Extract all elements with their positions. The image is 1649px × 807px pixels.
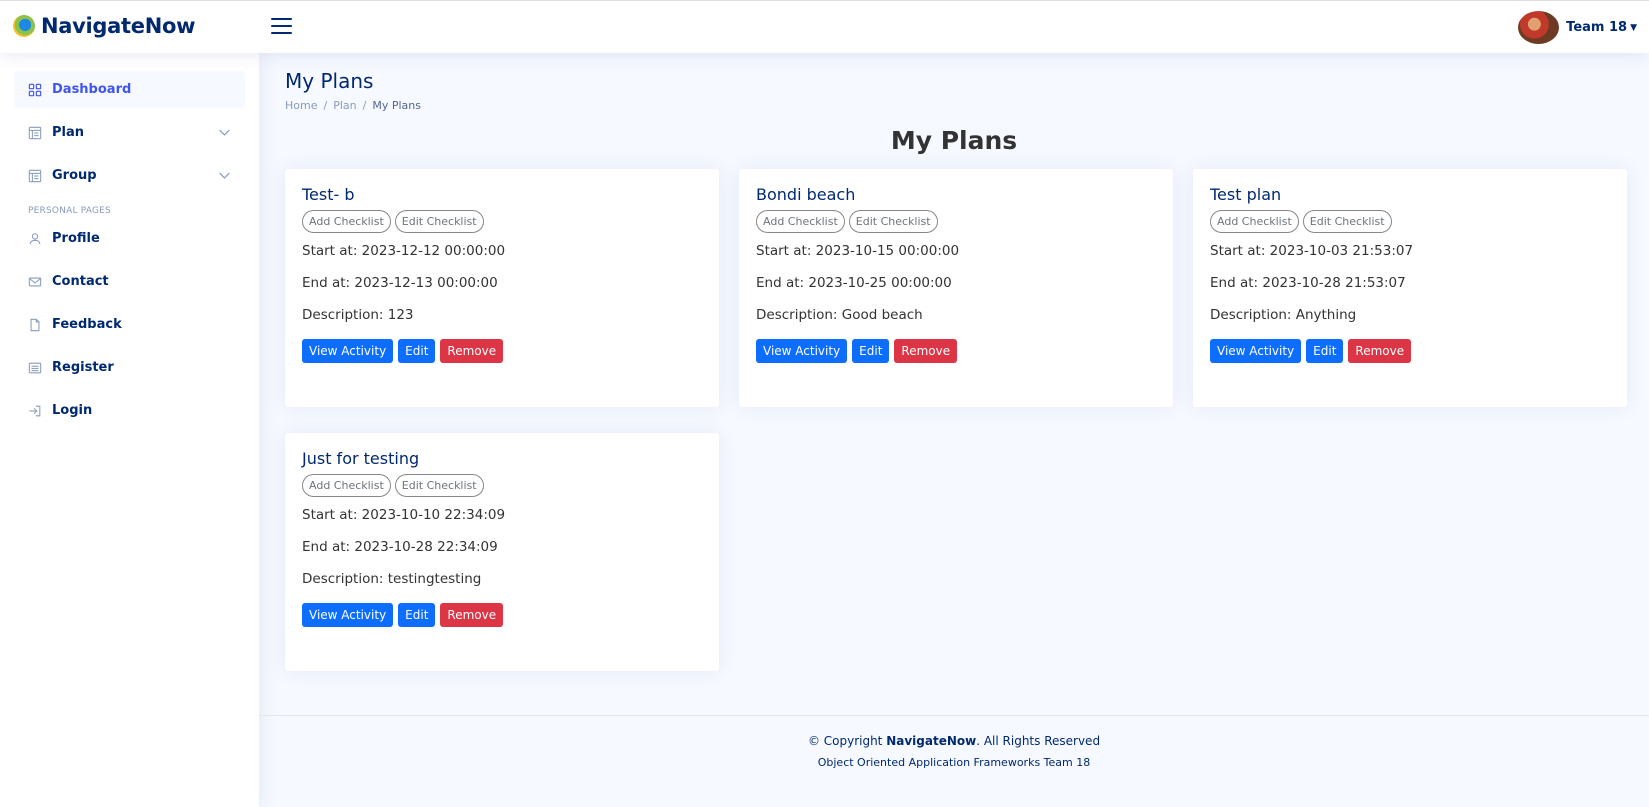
breadcrumb: Home / Plan / My Plans [285,99,421,112]
plan-end: End at: 2023-10-25 00:00:00 [756,275,952,291]
chevron-down-icon [218,126,231,143]
profile-menu[interactable]: Team 18 ▼ [1518,11,1637,44]
sidebar-toggle-icon[interactable] [271,18,292,36]
edit-button[interactable]: Edit [1306,339,1344,363]
edit-checklist-button[interactable]: Edit Checklist [848,210,938,233]
plan-end: End at: 2023-10-28 22:34:09 [302,539,498,555]
breadcrumb-current: My Plans [372,99,421,112]
sidebar-item-label: Profile [52,231,100,246]
credits: Object Oriented Application Frameworks T… [817,756,1091,769]
plan-start: Start at: 2023-10-10 22:34:09 [302,507,506,523]
remove-button[interactable]: Remove [440,603,504,627]
page-title: My Plans [285,69,374,93]
sidebar-item-label: Dashboard [52,82,132,97]
copyright-suffix: . All Rights Reserved [976,734,1101,748]
sidebar-item-label: Login [52,403,93,418]
plan-description: Description: Anything [1210,307,1357,323]
plan-title: Test- b [302,185,355,204]
view-activity-button[interactable]: View Activity [302,339,394,363]
sidebar-item-login[interactable]: Login [14,392,245,429]
nav-heading: PERSONAL PAGES [28,206,111,216]
add-checklist-button[interactable]: Add Checklist [302,210,391,233]
remove-button[interactable]: Remove [894,339,958,363]
footer: © Copyright NavigateNow. All Rights Rese… [259,715,1649,769]
page-title-block: My Plans Home / Plan / My Plans [285,69,421,112]
plan-card: Bondi beach Add Checklist Edit Checklist… [739,169,1173,407]
remove-button[interactable]: Remove [440,339,504,363]
edit-button[interactable]: Edit [852,339,890,363]
login-icon [28,404,42,418]
edit-checklist-button[interactable]: Edit Checklist [1302,210,1392,233]
view-activity-button[interactable]: View Activity [302,603,394,627]
plan-end: End at: 2023-12-13 00:00:00 [302,275,498,291]
avatar [1518,11,1560,44]
plan-description: Description: testingtesting [302,571,482,587]
sidebar-item-label: Feedback [52,317,122,332]
sidebar-item-plan[interactable]: Plan [14,114,245,151]
plan-title: Just for testing [302,449,420,468]
envelope-icon [28,275,42,289]
card-list-icon [28,361,42,375]
plan-start: Start at: 2023-10-15 00:00:00 [756,243,960,259]
plan-description: Description: 123 [302,307,414,323]
edit-button[interactable]: Edit [398,603,436,627]
breadcrumb-separator: / [323,99,328,112]
sidebar-item-register[interactable]: Register [14,349,245,386]
person-icon [28,232,42,246]
sidebar-item-group[interactable]: Group [14,157,245,194]
plan-card: Just for testing Add Checklist Edit Chec… [285,433,719,671]
logo-icon [13,15,35,37]
sidebar-item-profile[interactable]: Profile [14,220,245,257]
header: NavigateNow Team 18 ▼ [0,0,1649,53]
breadcrumb-plan[interactable]: Plan [333,99,356,112]
plan-card: Test plan Add Checklist Edit Checklist S… [1193,169,1627,407]
logo[interactable]: NavigateNow [13,14,196,38]
grid-icon [28,83,42,97]
sidebar-item-dashboard[interactable]: Dashboard [14,71,245,108]
copyright-prefix: © Copyright [807,734,887,748]
plan-start: Start at: 2023-10-03 21:53:07 [1210,243,1414,259]
copyright: © Copyright NavigateNow. All Rights Rese… [259,734,1649,748]
plan-card: Test- b Add Checklist Edit Checklist Sta… [285,169,719,407]
view-activity-button[interactable]: View Activity [1210,339,1302,363]
sidebar-item-label: Group [52,168,97,183]
edit-checklist-button[interactable]: Edit Checklist [394,210,484,233]
sidebar-item-label: Plan [52,125,85,140]
sidebar-item-contact[interactable]: Contact [14,263,245,300]
view-activity-button[interactable]: View Activity [756,339,848,363]
plan-end: End at: 2023-10-28 21:53:07 [1210,275,1406,291]
remove-button[interactable]: Remove [1348,339,1412,363]
sidebar-item-label: Register [52,360,114,375]
plan-description: Description: Good beach [756,307,923,323]
edit-checklist-button[interactable]: Edit Checklist [394,474,484,497]
plan-title: Bondi beach [756,185,856,204]
breadcrumb-separator: / [362,99,367,112]
breadcrumb-home[interactable]: Home [285,99,317,112]
copyright-brand: NavigateNow [886,734,977,748]
plan-start: Start at: 2023-12-12 00:00:00 [302,243,506,259]
layout-text-icon [28,126,42,140]
caret-down-icon: ▼ [1630,22,1637,33]
file-icon [28,318,42,332]
chevron-down-icon [218,169,231,186]
add-checklist-button[interactable]: Add Checklist [302,474,391,497]
layout-text-icon [28,169,42,183]
brand-name: NavigateNow [41,14,196,38]
profile-name: Team 18 [1566,20,1628,35]
edit-button[interactable]: Edit [398,339,436,363]
sidebar: Dashboard Plan Group PERSONAL PAGES Prof… [0,53,259,807]
add-checklist-button[interactable]: Add Checklist [756,210,845,233]
sidebar-item-label: Contact [52,274,109,289]
add-checklist-button[interactable]: Add Checklist [1210,210,1299,233]
sidebar-item-feedback[interactable]: Feedback [14,306,245,343]
section-title: My Plans [890,126,1018,155]
plan-title: Test plan [1210,185,1282,204]
